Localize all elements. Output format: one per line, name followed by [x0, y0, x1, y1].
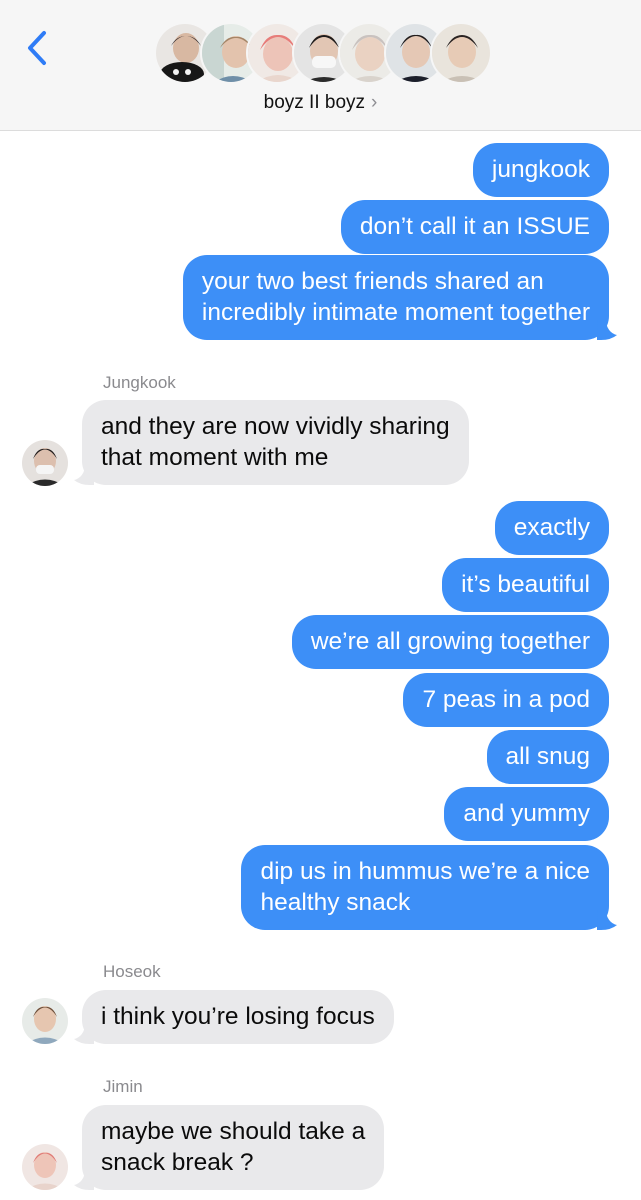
message-bubble[interactable]: it’s beautiful — [442, 558, 609, 612]
conversation-header: boyz II boyz › — [0, 0, 641, 131]
outgoing-message[interactable]: exactly — [494, 501, 609, 555]
message-bubble[interactable]: dip us in hummus we’re a nice healthy sna… — [241, 845, 609, 930]
message-text: i think you’re losing focus — [101, 1003, 375, 1030]
message-bubble[interactable]: we’re all growing together — [291, 615, 609, 669]
avatar — [430, 22, 492, 84]
message-text: all snug — [505, 743, 590, 770]
outgoing-message[interactable]: dip us in hummus we’re a nice healthy sna… — [241, 845, 617, 930]
message-text: jungkook — [491, 156, 590, 183]
message-text: don’t call it an ISSUE — [359, 213, 590, 240]
sender-avatar[interactable] — [22, 440, 68, 486]
message-text: 7 peas in a pod — [422, 686, 590, 713]
outgoing-message[interactable]: all snug — [486, 730, 609, 784]
bubble-tail — [597, 318, 617, 340]
outgoing-message[interactable]: don’t call it an ISSUE — [340, 200, 609, 254]
outgoing-message[interactable]: it’s beautiful — [442, 558, 609, 612]
message-text: and yummy — [463, 800, 590, 827]
message-bubble[interactable]: maybe we should take a snack break ? — [82, 1105, 385, 1190]
outgoing-message[interactable]: and yummy — [444, 787, 609, 841]
group-name-label: boyz II boyz — [263, 92, 366, 113]
incoming-message[interactable]: i think you’re losing focus — [74, 990, 394, 1044]
group-avatars[interactable] — [154, 22, 494, 86]
group-name-button[interactable]: boyz II boyz › — [0, 92, 641, 114]
message-text: snack break ? — [101, 1149, 254, 1176]
sender-avatar[interactable] — [22, 998, 68, 1044]
bubble-tail — [74, 463, 94, 485]
message-bubble[interactable]: all snug — [486, 730, 609, 784]
message-text: exactly — [513, 514, 590, 541]
incoming-message[interactable]: and they are now vividly sharing that mom… — [74, 400, 469, 485]
message-bubble[interactable]: and yummy — [444, 787, 609, 841]
outgoing-message[interactable]: we’re all growing together — [291, 615, 609, 669]
message-bubble[interactable]: jungkook — [472, 143, 609, 197]
chevron-right-icon: › — [371, 92, 378, 113]
message-text: dip us in hummus we’re a nice — [260, 858, 590, 885]
incoming-message[interactable]: maybe we should take a snack break ? — [74, 1105, 385, 1190]
outgoing-message[interactable]: jungkook — [472, 143, 609, 197]
message-bubble[interactable]: 7 peas in a pod — [403, 673, 609, 727]
message-text: your two best friends shared an — [201, 268, 544, 295]
bubble-tail — [74, 1168, 94, 1190]
message-text: it’s beautiful — [461, 571, 590, 598]
back-button[interactable] — [22, 28, 52, 68]
message-bubble[interactable]: exactly — [494, 501, 609, 555]
message-text: healthy snack — [260, 889, 411, 916]
sender-name: Hoseok — [103, 962, 161, 981]
message-text: and they are now vividly sharing — [101, 413, 450, 440]
sender-avatar[interactable] — [22, 1144, 68, 1190]
bubble-tail — [597, 908, 617, 930]
sender-name: Jungkook — [103, 373, 176, 392]
chevron-left-icon — [28, 31, 46, 65]
message-bubble[interactable]: your two best friends shared an incredibl… — [182, 255, 609, 340]
sender-name: Jimin — [103, 1077, 143, 1096]
message-text: we’re all growing together — [310, 628, 590, 655]
message-bubble[interactable]: don’t call it an ISSUE — [340, 200, 609, 254]
message-text: incredibly intimate moment together — [201, 299, 590, 326]
outgoing-message[interactable]: your two best friends shared an incredibl… — [182, 255, 617, 340]
bubble-tail — [74, 1022, 94, 1044]
message-text: maybe we should take a — [101, 1118, 366, 1145]
outgoing-message[interactable]: 7 peas in a pod — [403, 673, 609, 727]
message-bubble[interactable]: and they are now vividly sharing that mom… — [82, 400, 469, 485]
message-text: that moment with me — [101, 444, 329, 471]
message-bubble[interactable]: i think you’re losing focus — [82, 990, 394, 1044]
